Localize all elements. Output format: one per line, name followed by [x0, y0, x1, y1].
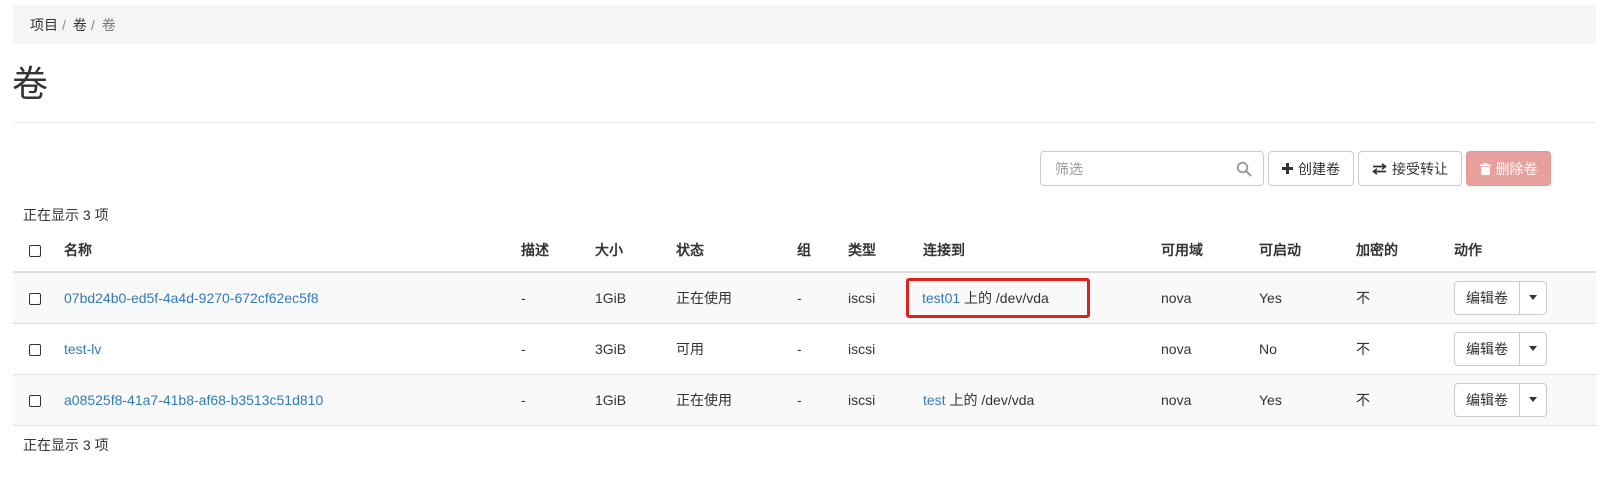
column-header-availability-zone[interactable]: 可用域 — [1161, 229, 1259, 273]
volume-size: 1GiB — [595, 272, 676, 324]
column-header-actions: 动作 — [1454, 229, 1596, 273]
more-actions-dropdown[interactable] — [1520, 382, 1547, 417]
breadcrumb: 项目 / 卷 / 卷 — [13, 5, 1596, 44]
volume-description: - — [521, 272, 595, 324]
encrypted-value: 不 — [1356, 374, 1454, 426]
column-header-type[interactable]: 类型 — [848, 229, 923, 273]
bootable-value: Yes — [1259, 374, 1356, 426]
caret-down-icon — [1529, 295, 1537, 301]
edit-volume-button[interactable]: 编辑卷 — [1454, 382, 1520, 417]
breadcrumb-item-current: 卷 — [101, 16, 116, 33]
caret-down-icon — [1529, 397, 1537, 402]
attached-device: 上的 /dev/vda — [960, 289, 1049, 306]
column-header-attached-to[interactable]: 连接到 — [923, 229, 1161, 273]
column-header-description[interactable]: 描述 — [521, 229, 595, 273]
filter-input[interactable] — [1053, 159, 1233, 178]
attached-to-empty — [923, 323, 1161, 375]
availability-zone: nova — [1161, 323, 1259, 375]
column-header-status[interactable]: 状态 — [676, 229, 797, 273]
row-actions: 编辑卷 — [1454, 331, 1547, 366]
breadcrumb-item-project[interactable]: 项目 — [30, 15, 58, 35]
volume-name-link[interactable]: a08525f8-41a7-41b8-af68-b3513c51d810 — [64, 392, 323, 408]
breadcrumb-item-volumes-section[interactable]: 卷 — [73, 15, 87, 35]
volume-group: - — [797, 272, 848, 324]
availability-zone: nova — [1161, 272, 1259, 324]
volume-type: iscsi — [848, 374, 923, 426]
encrypted-value: 不 — [1356, 272, 1454, 324]
volume-status: 正在使用 — [676, 374, 797, 426]
edit-volume-button[interactable]: 编辑卷 — [1454, 280, 1520, 315]
volume-name-link[interactable]: 07bd24b0-ed5f-4a4d-9270-672cf62ec5f8 — [64, 290, 319, 306]
search-icon[interactable] — [1236, 161, 1252, 177]
transfer-arrows-icon — [1372, 162, 1387, 175]
breadcrumb-separator: / — [90, 16, 95, 33]
volume-group: - — [797, 374, 848, 426]
accept-transfer-button[interactable]: 接受转让 — [1358, 151, 1462, 186]
attachment-highlight-box: test01 上的 /dev/vda — [906, 277, 1090, 318]
volume-description: - — [521, 323, 595, 375]
row-actions: 编辑卷 — [1454, 382, 1547, 417]
attached-device: 上的 /dev/vda — [945, 391, 1035, 408]
edit-volume-button[interactable]: 编辑卷 — [1454, 331, 1520, 366]
more-actions-dropdown[interactable] — [1520, 331, 1547, 366]
volume-size: 3GiB — [595, 323, 676, 375]
delete-volume-label: 删除卷 — [1495, 160, 1538, 177]
item-count-bottom: 正在显示 3 项 — [23, 437, 109, 453]
volumes-table: 名称 描述 大小 状态 组 类型 连接到 可用域 可启动 加密的 动作 07bd… — [13, 229, 1596, 426]
create-volume-label: 创建卷 — [1298, 160, 1340, 177]
attached-instance-link[interactable]: test01 — [922, 290, 960, 306]
table-row: a08525f8-41a7-41b8-af68-b3513c51d810 - 1… — [13, 374, 1596, 426]
row-actions: 编辑卷 — [1454, 280, 1547, 315]
volume-type: iscsi — [848, 323, 923, 375]
row-checkbox[interactable] — [29, 343, 41, 356]
table-row: 07bd24b0-ed5f-4a4d-9270-672cf62ec5f8 - 1… — [13, 272, 1596, 324]
column-header-bootable[interactable]: 可启动 — [1259, 229, 1356, 273]
column-header-size[interactable]: 大小 — [595, 229, 676, 273]
trash-icon — [1479, 162, 1491, 175]
bootable-value: No — [1259, 323, 1356, 375]
delete-volume-button[interactable]: 删除卷 — [1466, 151, 1551, 186]
column-header-name[interactable]: 名称 — [64, 229, 521, 273]
item-count-top: 正在显示 3 项 — [23, 207, 109, 223]
filter-field[interactable] — [1040, 151, 1264, 186]
availability-zone: nova — [1161, 374, 1259, 426]
attached-instance-link[interactable]: test — [923, 392, 946, 408]
select-all-checkbox[interactable] — [29, 245, 41, 258]
row-checkbox[interactable] — [29, 394, 41, 407]
volume-size: 1GiB — [595, 374, 676, 426]
volume-group: - — [797, 323, 848, 375]
breadcrumb-separator: / — [62, 16, 66, 33]
volume-description: - — [521, 374, 595, 426]
encrypted-value: 不 — [1356, 323, 1454, 375]
create-volume-button[interactable]: 创建卷 — [1268, 151, 1354, 186]
table-row: test-lv - 3GiB 可用 - iscsi nova No 不 编辑卷 — [13, 323, 1596, 375]
row-checkbox[interactable] — [29, 293, 41, 306]
accept-transfer-label: 接受转让 — [1392, 160, 1448, 177]
more-actions-dropdown[interactable] — [1520, 280, 1547, 315]
column-header-group[interactable]: 组 — [797, 229, 848, 273]
column-header-encrypted[interactable]: 加密的 — [1356, 229, 1454, 273]
caret-down-icon — [1529, 346, 1537, 351]
title-divider — [13, 122, 1596, 123]
bootable-value: Yes — [1259, 272, 1356, 324]
plus-icon — [1282, 163, 1293, 174]
volume-status: 正在使用 — [676, 272, 797, 324]
page-title: 卷 — [12, 63, 49, 104]
volume-status: 可用 — [676, 323, 797, 375]
volume-name-link[interactable]: test-lv — [64, 341, 101, 357]
table-header-row: 名称 描述 大小 状态 组 类型 连接到 可用域 可启动 加密的 动作 — [13, 229, 1596, 273]
